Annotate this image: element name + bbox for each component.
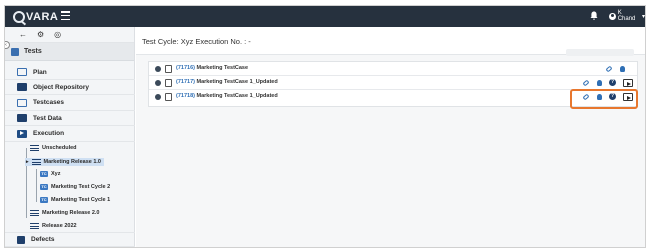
expand-arrow-icon[interactable]: ▸ [26,159,29,165]
tree-node-cycle-2[interactable]: TC Marketing Test Cycle 2 [40,184,110,190]
testcase-id: (71716) [176,65,195,71]
object-repository-icon [17,83,27,91]
user-name: K Chand [617,10,636,22]
tree-node-cycle-1[interactable]: TC Marketing Test Cycle 1 [40,197,110,203]
tree-node-marketing-release-2[interactable]: Marketing Release 2.0 [30,210,99,216]
testcase-row[interactable]: (71716) Marketing TestCase [149,62,637,76]
testcase-row[interactable]: (71718) Marketing TestCase 1_Updated ? [149,90,637,106]
testcase-name: Marketing TestCase [196,65,249,71]
expand-icon[interactable] [155,94,161,100]
defects-icon [17,235,25,244]
link-icon[interactable] [582,79,590,87]
page-title: Test Cycle: Xyz Execution No. : - [142,37,251,46]
test-cycle-icon: TC [40,184,48,190]
main-content: Test Cycle: Xyz Execution No. : - (71716… [136,27,645,247]
search-input[interactable] [566,49,634,56]
qvara-logo[interactable]: VARA [13,9,58,24]
tree-node-release-2022[interactable]: Release 2022 [30,223,77,229]
testcase-label[interactable]: (71716) Marketing TestCase [176,65,248,71]
settings-icon[interactable]: ⚙ [37,30,44,39]
tree-node-label: Xyz [51,171,61,177]
sidebar-item-label: Plan [33,68,47,76]
action-highlight-box [570,89,638,109]
plan-icon [17,68,27,76]
target-icon[interactable]: ◎ [54,30,61,39]
test-data-icon [17,114,27,122]
hamburger-menu-icon[interactable] [61,11,70,20]
sidebar-section-title[interactable]: Tests [5,43,134,61]
testcase-id: (71718) [176,93,195,99]
user-menu[interactable]: K Chand ▾ [609,10,645,22]
testcase-label[interactable]: (71717) Marketing TestCase 1_Updated [176,79,278,85]
test-cycle-icon: TC [40,197,48,203]
sidebar-item-label: Testcases [33,99,64,106]
test-cycle-icon: TC [40,171,48,177]
sidebar-item-defects[interactable]: Defects [5,232,135,247]
sidebar-item-label: Execution [33,130,65,137]
testcase-label[interactable]: (71718) Marketing TestCase 1_Updated [176,93,278,99]
chevron-down-icon: ▾ [641,13,645,20]
logo-q-mark [13,10,25,23]
sidebar-item-test-data[interactable]: Test Data [5,111,135,126]
sidebar-item-testcases[interactable]: Testcases [5,95,135,111]
document-icon [165,79,172,87]
list-icon [30,210,39,216]
tree-node-label: Release 2022 [42,223,77,229]
bug-icon[interactable] [597,80,602,86]
testcase-id: (71717) [176,79,195,85]
link-icon[interactable] [605,65,613,73]
notification-bell-icon[interactable] [590,11,598,20]
main-header: Test Cycle: Xyz Execution No. : - [136,27,645,56]
user-avatar-icon [609,12,616,20]
list-icon [31,159,41,165]
tree-node-label: Unscheduled [42,145,77,151]
tree-node-label: Marketing Release 1.0 [43,159,101,165]
testcases-icon [17,98,27,107]
tests-icon [11,47,19,56]
sidebar: ‹ ← ⚙ ◎ Tests Plan Object Repository Tes… [5,27,135,247]
expand-icon[interactable] [155,80,161,86]
sidebar-item-plan[interactable]: Plan [5,65,135,80]
testcase-name: Marketing TestCase 1_Updated [196,93,278,99]
list-icon [30,223,39,229]
tree-node-label: Marketing Test Cycle 1 [51,197,111,203]
tree-node-marketing-release-1[interactable]: ▸ Marketing Release 1.0 [25,158,104,166]
document-icon [165,93,172,101]
tree-node-label: Marketing Release 2.0 [42,210,100,216]
document-icon [165,65,172,73]
tree-node-label: Marketing Test Cycle 2 [51,184,111,190]
tree-connector [36,169,37,202]
sidebar-item-label: Test Data [33,114,62,122]
logo-text: VARA [26,10,59,23]
sidebar-item-label: Defects [31,236,55,243]
tree-node-cycle-xyz[interactable]: TC Xyz [40,171,60,177]
run-play-icon[interactable] [623,79,633,87]
tree-node-unscheduled[interactable]: Unscheduled [30,145,77,151]
help-icon[interactable]: ? [609,79,616,86]
back-arrow-icon[interactable]: ← [19,30,27,39]
top-navigation-bar: VARA K Chand ▾ [5,6,645,27]
sidebar-toolbar: ← ⚙ ◎ [5,27,134,43]
sidebar-item-object-repository[interactable]: Object Repository [5,80,135,95]
sidebar-item-label: Object Repository [33,83,89,91]
execution-play-icon [17,129,27,138]
list-icon [30,145,39,151]
sidebar-title-label: Tests [24,48,42,55]
testcase-list: (71716) Marketing TestCase (71717) Marke… [148,61,638,107]
testcase-row[interactable]: (71717) Marketing TestCase 1_Updated ? [149,76,637,90]
sidebar-item-execution[interactable]: Execution [5,126,135,142]
app-window: VARA K Chand ▾ ‹ ← ⚙ ◎ Tests Plan Object… [4,5,646,248]
bug-icon[interactable] [620,66,625,72]
expand-icon[interactable] [155,66,161,72]
testcase-name: Marketing TestCase 1_Updated [196,79,278,85]
